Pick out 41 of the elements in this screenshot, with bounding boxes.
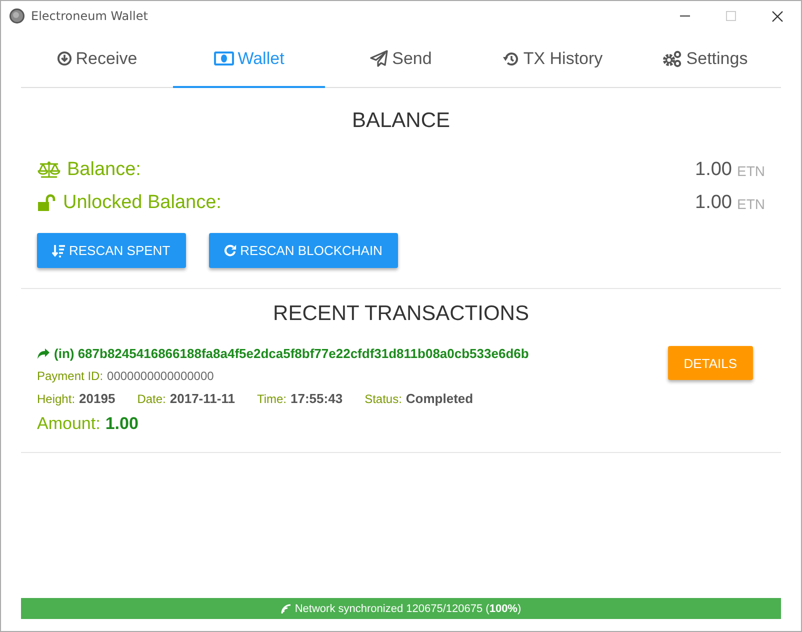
tab[interactable]: Settings bbox=[629, 31, 781, 88]
field-label: Payment ID: bbox=[37, 369, 104, 383]
field-value: 20195 bbox=[79, 391, 116, 406]
close-icon bbox=[772, 10, 783, 22]
minimize-icon bbox=[680, 15, 690, 17]
balance-label: Balance: bbox=[67, 158, 141, 180]
field-value: 2017-11-11 bbox=[170, 391, 235, 406]
field-label: Date: bbox=[137, 392, 166, 406]
tab[interactable]: Receive bbox=[21, 31, 173, 88]
currency-unit: ETN bbox=[737, 196, 766, 212]
gears-icon bbox=[662, 50, 682, 68]
sort-down-icon bbox=[52, 244, 66, 258]
balance-label: Unlocked Balance: bbox=[63, 192, 222, 214]
amount-value: 1.00 bbox=[105, 414, 138, 433]
section-heading: RECENT TRANSACTIONS bbox=[272, 301, 530, 327]
tab[interactable]: TX History bbox=[477, 31, 629, 88]
balance-amount: 1.00 bbox=[695, 192, 732, 214]
payment-id: 0000000000000000 bbox=[107, 369, 214, 383]
section-heading: BALANCE bbox=[350, 108, 452, 134]
share-arrow-icon bbox=[37, 348, 50, 360]
paper-plane-icon bbox=[370, 50, 388, 67]
balance-amount: 1.00 bbox=[695, 158, 732, 180]
tab[interactable]: Send bbox=[325, 31, 477, 88]
app-logo-icon bbox=[9, 8, 25, 24]
money-icon bbox=[214, 51, 234, 66]
refresh-icon bbox=[224, 244, 238, 257]
field-label: Height: bbox=[37, 392, 76, 406]
maximize-icon bbox=[726, 11, 736, 21]
scales-icon bbox=[37, 160, 61, 180]
history-icon bbox=[503, 50, 520, 66]
unlocked-padlock-icon bbox=[37, 194, 57, 212]
download-icon bbox=[56, 51, 72, 66]
field-value: 17:55:43 bbox=[290, 391, 343, 406]
field-value: Completed bbox=[406, 391, 474, 406]
field-label: Time: bbox=[256, 392, 287, 406]
field-label: Status: bbox=[364, 392, 402, 406]
status-text: Network synchronized 120675/120675 (100%) bbox=[294, 602, 522, 614]
currency-unit: ETN bbox=[737, 163, 766, 179]
amount-label: Amount: bbox=[37, 414, 100, 433]
window-title: Electroneum Wallet bbox=[31, 9, 149, 23]
transaction-hash: (in) 687b8245416866188fa8a4f5e2dca5f8bf77e22cfdf31d811b08a0cb533e6d6b bbox=[54, 346, 529, 361]
